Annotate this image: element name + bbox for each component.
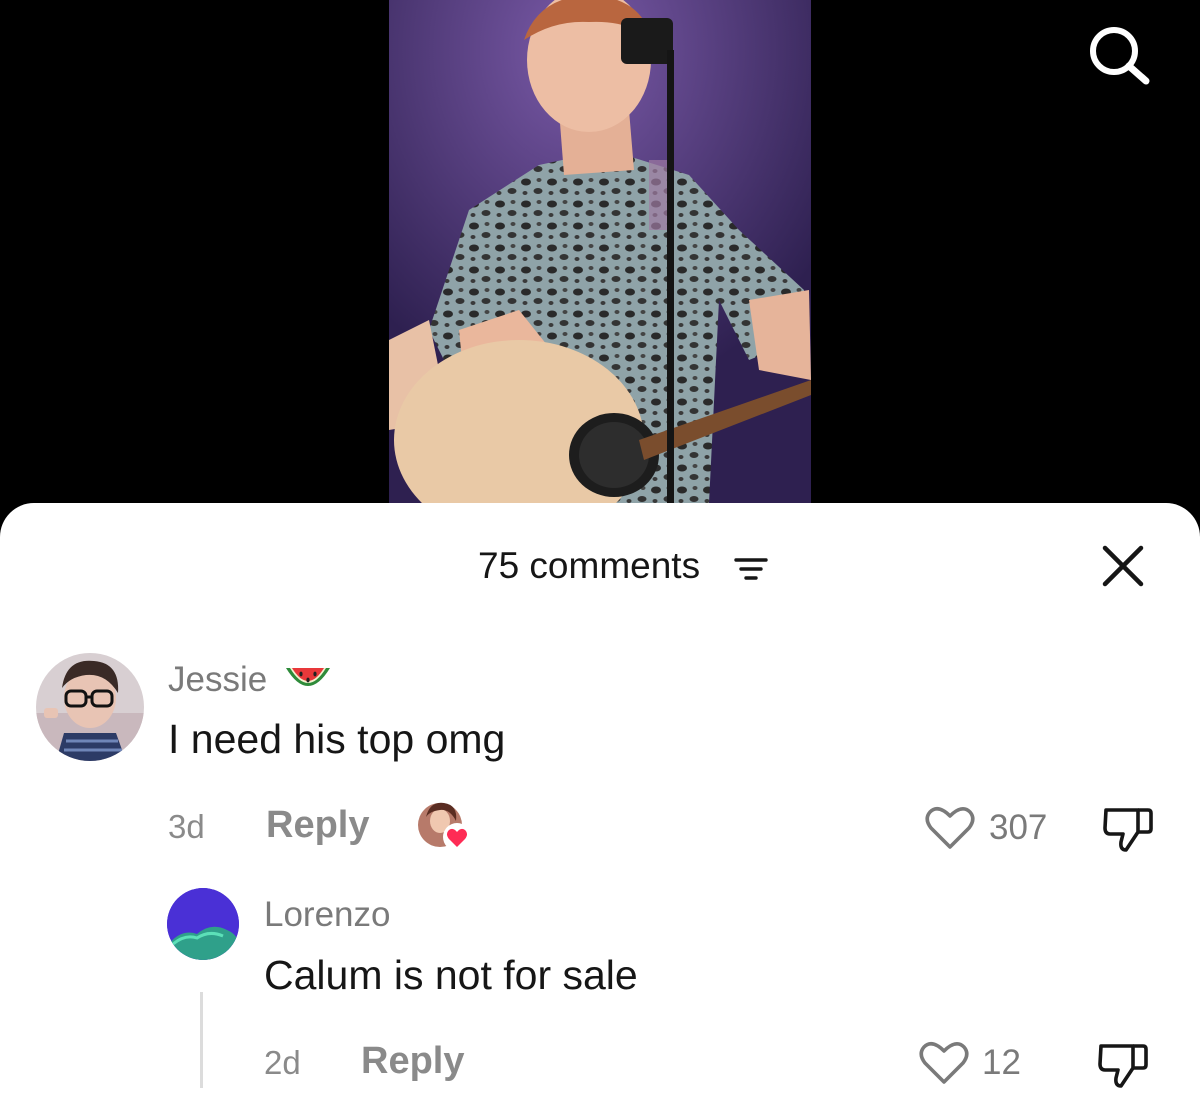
dislike-button[interactable]: [1102, 804, 1154, 854]
creator-liked-badge: [416, 801, 474, 853]
like-count: 12: [982, 1043, 1021, 1082]
reply-thread-line: [200, 992, 203, 1088]
performer-image: [389, 0, 811, 503]
creator-avatar-heart-icon: [418, 802, 471, 851]
comment-text: I need his top omg: [168, 716, 506, 762]
avatar[interactable]: [36, 653, 144, 761]
comments-header: 75 comments: [0, 543, 1200, 593]
sort-filter-button[interactable]: [734, 555, 768, 583]
like-count: 307: [989, 808, 1048, 847]
video-player[interactable]: [0, 0, 1200, 520]
like-button[interactable]: [918, 1040, 970, 1086]
filter-icon: [734, 558, 768, 580]
like-button[interactable]: [924, 805, 976, 851]
comment-username[interactable]: Lorenzo: [264, 895, 390, 935]
comment-timestamp: 2d: [264, 1044, 301, 1081]
comment-text: Calum is not for sale: [264, 952, 638, 998]
watermelon-emoji-icon: [286, 668, 330, 686]
avatar[interactable]: [167, 888, 239, 960]
close-button[interactable]: [1100, 543, 1146, 589]
avatar-image: [36, 653, 144, 761]
comment-count: 75 comments: [478, 545, 701, 586]
dislike-button[interactable]: [1097, 1040, 1149, 1090]
search-icon: [1090, 27, 1150, 85]
reply-button[interactable]: Reply: [266, 804, 369, 847]
video-frame[interactable]: [389, 0, 811, 503]
comment-timestamp: 3d: [168, 808, 205, 845]
reply-button[interactable]: Reply: [361, 1040, 464, 1083]
thumbs-down-icon: [1103, 808, 1153, 852]
heart-outline-icon: [919, 1042, 969, 1084]
comment-username[interactable]: Jessie: [168, 660, 267, 700]
heart-outline-icon: [925, 807, 975, 849]
thumbs-down-icon: [1098, 1044, 1148, 1088]
close-icon: [1102, 545, 1144, 587]
search-button[interactable]: [1082, 22, 1152, 86]
avatar-image: [167, 888, 239, 960]
